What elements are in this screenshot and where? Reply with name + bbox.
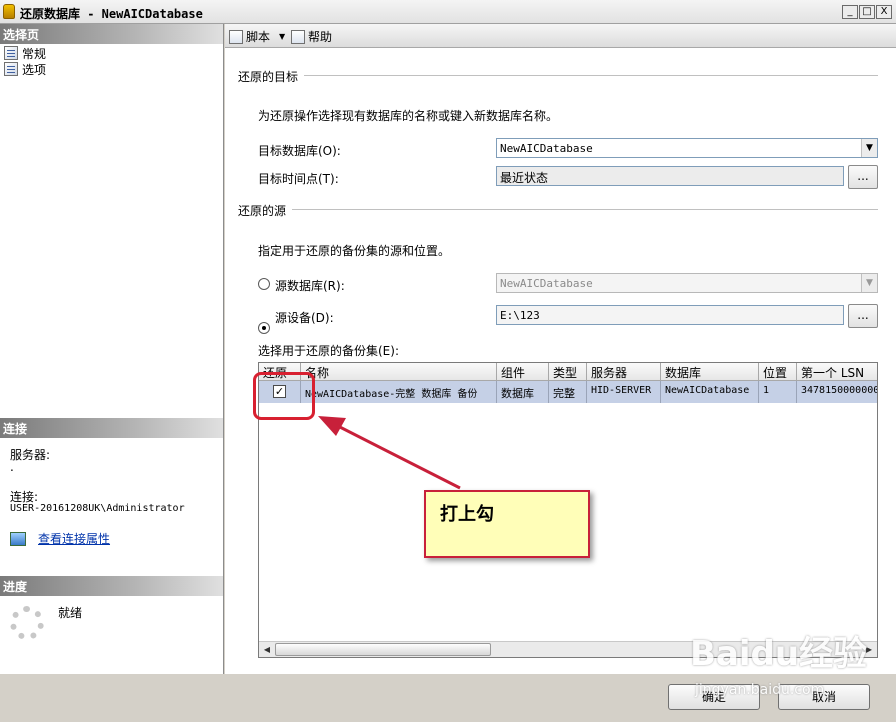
annotation-text: 打上勾 — [440, 504, 494, 525]
source-database-label: 源数据库(R): — [275, 279, 345, 293]
scrollbar-thumb[interactable] — [275, 643, 491, 656]
first-lsn-cell: 34781500000000 — [797, 381, 877, 403]
column-header-component[interactable]: 组件 — [497, 363, 549, 381]
page-icon — [4, 62, 18, 76]
chevron-down-icon: ▼ — [279, 32, 286, 41]
group-divider — [292, 209, 878, 210]
watermark-logo: Baidu经验 — [690, 634, 868, 674]
chevron-down-icon[interactable]: ▼ — [861, 139, 877, 157]
watermark-url: jingyan.baidu.com — [695, 682, 825, 698]
help-label: 帮助 — [308, 30, 333, 44]
column-header-position[interactable]: 位置 — [759, 363, 797, 381]
source-database-radio[interactable] — [258, 278, 270, 290]
connection-header: 连接 — [0, 418, 223, 438]
title-bar: 还原数据库 - NewAICDatabase _ □ X — [0, 0, 896, 24]
close-button[interactable]: X — [876, 5, 892, 19]
component-cell: 数据库 — [497, 381, 549, 403]
window-title: 还原数据库 - NewAICDatabase — [20, 7, 203, 21]
annotation-arrow-icon — [318, 416, 461, 490]
scroll-left-icon[interactable]: ◀ — [259, 642, 275, 657]
database-icon — [3, 4, 15, 19]
server-value: . — [10, 460, 14, 474]
column-header-database[interactable]: 数据库 — [661, 363, 759, 381]
select-page-header: 选择页 — [0, 24, 223, 44]
left-pane: 选择页 常规 选项 连接 服务器: . 连接: USER-20161208UK\… — [0, 24, 224, 674]
column-header-first-lsn[interactable]: 第一个 LSN — [797, 363, 877, 381]
target-database-label: 目标数据库(O): — [258, 144, 341, 158]
target-time-value: 最近状态 — [500, 171, 549, 185]
target-description: 为还原操作选择现有数据库的名称或键入新数据库名称。 — [258, 109, 559, 123]
progress-header: 进度 — [0, 576, 223, 596]
progress-status: 就绪 — [58, 606, 83, 620]
source-database-select: NewAICDatabase — [496, 273, 878, 293]
position-cell: 1 — [759, 381, 797, 403]
connection-properties-icon — [10, 532, 26, 546]
group-divider — [302, 75, 878, 76]
source-database-value: NewAICDatabase — [500, 277, 593, 290]
database-cell: NewAICDatabase — [661, 381, 759, 403]
chevron-down-icon: ▼ — [861, 274, 877, 292]
minimize-button[interactable]: _ — [842, 5, 858, 19]
source-device-value: E:\123 — [500, 309, 540, 322]
script-icon — [229, 29, 243, 44]
source-group-title: 还原的源 — [238, 202, 293, 219]
nav-item-options[interactable]: 选项 — [4, 61, 46, 77]
help-icon — [291, 29, 305, 44]
backup-sets-label: 选择用于还原的备份集(E): — [258, 344, 399, 358]
maximize-button[interactable]: □ — [859, 5, 875, 19]
target-time-field: 最近状态 — [496, 166, 844, 186]
column-header-type[interactable]: 类型 — [549, 363, 587, 381]
source-device-radio[interactable] — [258, 322, 270, 334]
server-cell: HID-SERVER — [587, 381, 661, 403]
source-device-label: 源设备(D): — [275, 311, 334, 325]
source-device-field[interactable]: E:\123 — [496, 305, 844, 325]
script-button[interactable]: 脚本 ▼ — [229, 28, 285, 45]
nav-item-general[interactable]: 常规 — [4, 45, 46, 61]
target-time-label: 目标时间点(T): — [258, 172, 339, 186]
toolbar: 脚本 ▼ 帮助 — [225, 24, 896, 48]
connection-value: USER-20161208UK\Administrator — [10, 503, 185, 514]
target-database-value: NewAICDatabase — [500, 142, 593, 155]
source-description: 指定用于还原的备份集的源和位置。 — [258, 244, 451, 258]
target-group-title: 还原的目标 — [238, 68, 305, 85]
source-device-browse-button[interactable]: ... — [848, 304, 878, 328]
column-header-name[interactable]: 名称 — [301, 363, 497, 381]
nav-item-label: 选项 — [22, 62, 47, 77]
help-button[interactable]: 帮助 — [291, 28, 332, 45]
target-database-select[interactable]: NewAICDatabase — [496, 138, 878, 158]
script-label: 脚本 — [246, 30, 271, 44]
view-connection-properties-link[interactable]: 查看连接属性 — [38, 530, 110, 547]
page-icon — [4, 46, 18, 60]
progress-spinner-icon — [10, 606, 44, 640]
nav-item-label: 常规 — [22, 46, 47, 61]
annotation-callout: 打上勾 — [424, 490, 590, 558]
type-cell: 完整 — [549, 381, 587, 403]
target-time-browse-button[interactable]: ... — [848, 165, 878, 189]
server-label: 服务器: — [10, 448, 51, 462]
column-header-server[interactable]: 服务器 — [587, 363, 661, 381]
